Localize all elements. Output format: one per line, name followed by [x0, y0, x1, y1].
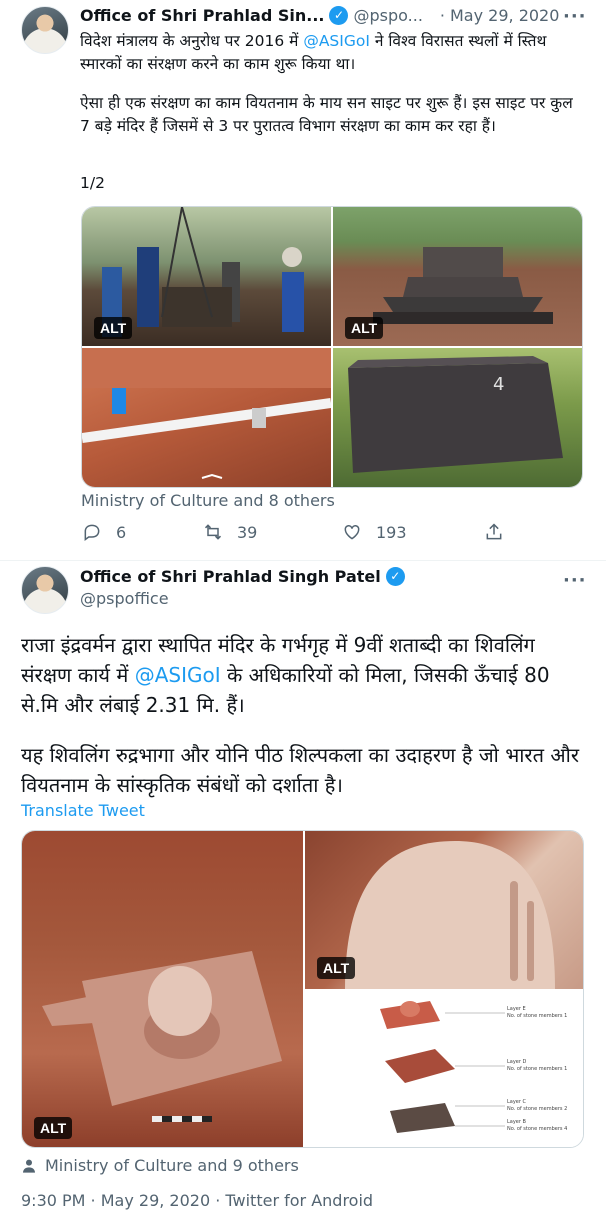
- share-button[interactable]: [484, 522, 504, 542]
- photo-shivalinga[interactable]: ALT: [22, 831, 303, 1147]
- layer-d-label: Layer D No. of stone members 1: [507, 1059, 568, 1072]
- reply-button[interactable]: 6: [82, 522, 126, 542]
- mention-link[interactable]: @ASIGoI: [135, 663, 221, 687]
- mention-link[interactable]: @ASIGoI: [303, 32, 370, 50]
- layer-b-label: Layer B No. of stone members 4: [507, 1119, 568, 1132]
- alt-badge[interactable]: ALT: [34, 1117, 73, 1139]
- display-name[interactable]: Office of Shri Prahlad Singh Patel: [80, 567, 381, 586]
- like-button[interactable]: 193: [342, 522, 407, 542]
- heart-icon: [344, 524, 360, 540]
- more-options-icon[interactable]: ···: [563, 570, 587, 591]
- retweet-count: 39: [237, 522, 258, 542]
- separator: ·: [439, 6, 445, 25]
- reply-icon: [84, 524, 100, 541]
- tweet-date[interactable]: May 29, 2020: [450, 6, 559, 25]
- reply-count: 6: [116, 522, 127, 542]
- tweet1-paragraph: ऐसा ही एक संरक्षण का काम वियतनाम के माय …: [80, 94, 573, 135]
- tweet2-text: राजा इंद्रवर्मन द्वारा स्थापित मंदिर के …: [21, 633, 550, 717]
- retweet-button[interactable]: 39: [203, 522, 257, 542]
- alt-badge[interactable]: ALT: [317, 957, 356, 979]
- avatar[interactable]: [21, 566, 69, 614]
- verified-badge-icon: ✓: [385, 567, 405, 586]
- media-grid[interactable]: ALT ALT Layer E No. of stone members 1 La…: [21, 830, 584, 1148]
- tagged-users[interactable]: Ministry of Culture and 8 others: [81, 491, 335, 510]
- more-options-icon[interactable]: ···: [563, 6, 587, 27]
- tagged-users[interactable]: Ministry of Culture and 9 others: [21, 1156, 299, 1175]
- photo-excavation-team[interactable]: ALT: [82, 207, 331, 346]
- display-name[interactable]: Office of Shri Prahlad Sin...: [80, 6, 324, 25]
- verified-badge-icon: ✓: [329, 6, 349, 25]
- like-count: 193: [376, 522, 407, 542]
- alt-badge[interactable]: ALT: [94, 317, 133, 339]
- tweet-timestamp[interactable]: 9:30 PM · May 29, 2020 · Twitter for And…: [21, 1191, 373, 1210]
- tweet2-author[interactable]: Office of Shri Prahlad Singh Patel ✓ @ps…: [80, 567, 405, 608]
- photo-stone-block[interactable]: 4: [333, 348, 582, 487]
- share-icon: [486, 523, 502, 540]
- handle[interactable]: @pspo...: [353, 6, 422, 25]
- layer-e-label: Layer E No. of stone members 1: [507, 1006, 568, 1019]
- layer-c-label: Layer C No. of stone members 2: [507, 1099, 568, 1112]
- avatar[interactable]: [21, 6, 69, 54]
- photo-linga-closeup[interactable]: ALT: [305, 831, 583, 989]
- person-icon: [23, 1159, 35, 1173]
- retweet-icon: [204, 524, 222, 540]
- tweet1-text: विदेश मंत्रालय के अनुरोध पर 2016 में @AS…: [80, 32, 547, 73]
- photo-excavation-pit[interactable]: [82, 348, 331, 487]
- media-grid[interactable]: ALT ALT 4: [81, 206, 583, 488]
- svg-text:4: 4: [493, 374, 504, 395]
- translate-link[interactable]: Translate Tweet: [21, 801, 145, 820]
- divider: [0, 560, 606, 561]
- alt-badge[interactable]: ALT: [345, 317, 384, 339]
- tweet1-header: Office of Shri Prahlad Sin... ✓ @pspo...…: [80, 6, 559, 25]
- tweet2-paragraph: यह शिवलिंग रुद्रभागा और योनि पीठ शिल्पकल…: [21, 743, 580, 797]
- thread-marker: 1/2: [80, 174, 105, 192]
- handle[interactable]: @pspoffice: [80, 589, 405, 608]
- photo-temple-base[interactable]: ALT: [333, 207, 582, 346]
- layer-diagram[interactable]: Layer E No. of stone members 1 Layer D No.…: [305, 991, 583, 1147]
